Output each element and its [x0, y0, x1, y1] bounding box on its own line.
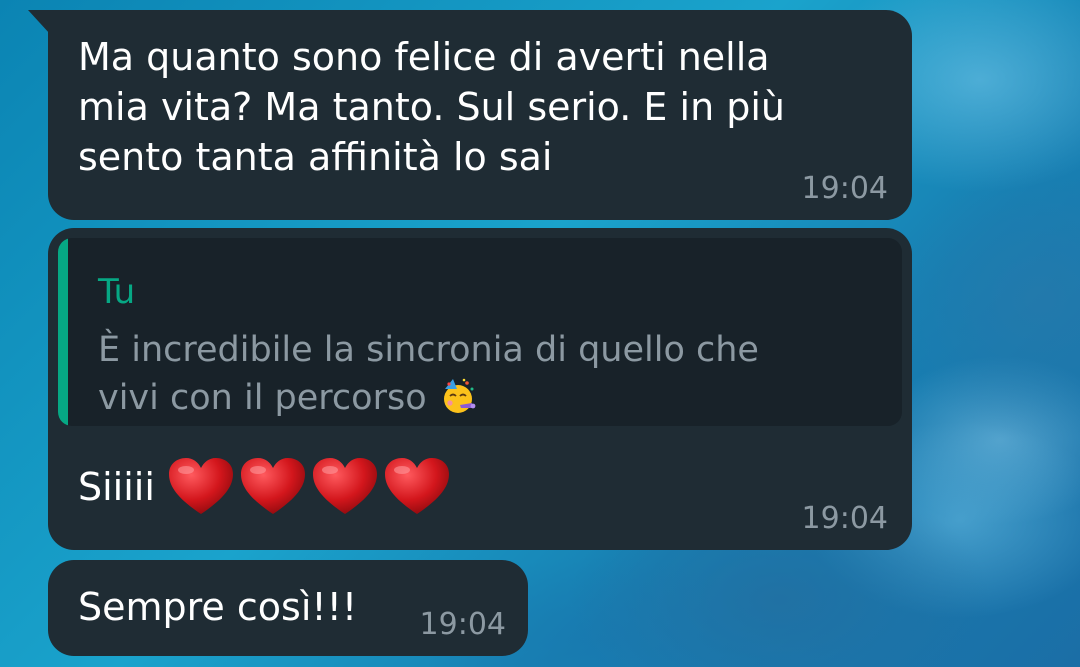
quote-accent-bar [58, 238, 68, 426]
quote-text-block: È incredibile la sincronia di quello che… [98, 326, 759, 422]
heart-icon [383, 456, 455, 518]
message-time: 19:04 [419, 607, 506, 642]
message-text: Ma quanto sono felice di averti nella mi… [78, 35, 785, 179]
heart-icon [311, 456, 383, 518]
message-bubble[interactable]: Sempre così!!! 19:04 [48, 560, 528, 656]
message-bubble[interactable]: Tu È incredibile la sincronia di quello … [48, 228, 912, 550]
partying-face-icon [439, 377, 477, 415]
message-bubble[interactable]: Ma quanto sono felice di averti nella mi… [48, 10, 912, 220]
message-text: Sempre così!!! [78, 585, 358, 629]
quoted-message[interactable]: Tu È incredibile la sincronia di quello … [58, 238, 902, 426]
reply-row: Siiiii [78, 456, 455, 518]
quote-author: Tu [98, 272, 136, 312]
heart-icon [239, 456, 311, 518]
bubble-tail [28, 10, 50, 34]
quote-text: È incredibile la sincronia di quello che… [98, 330, 759, 418]
message-time: 19:04 [801, 501, 888, 536]
heart-icon [167, 456, 239, 518]
message-time: 19:04 [801, 171, 888, 206]
message-text: Siiiii [78, 465, 155, 509]
